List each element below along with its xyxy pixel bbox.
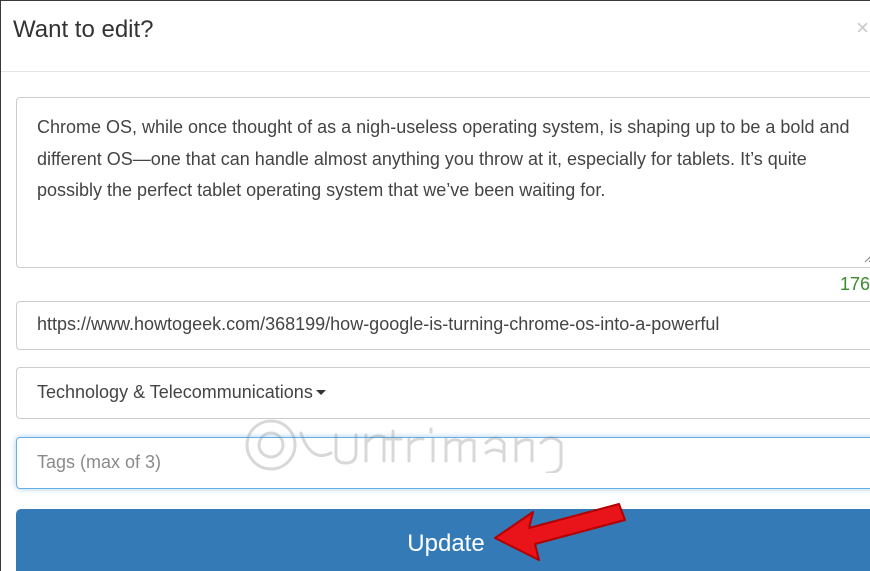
tags-input-wrapper[interactable]: [16, 437, 870, 489]
resize-handle-icon[interactable]: [863, 251, 870, 263]
update-button[interactable]: Update: [16, 509, 870, 571]
description-textarea[interactable]: Chrome OS, while once thought of as a ni…: [16, 97, 870, 268]
url-input[interactable]: https://www.howtogeek.com/368199/how-goo…: [16, 301, 870, 350]
modal-title: Want to edit?: [13, 16, 154, 43]
url-value[interactable]: https://www.howtogeek.com/368199/how-goo…: [37, 314, 719, 334]
close-icon[interactable]: ×: [856, 15, 869, 41]
description-text[interactable]: Chrome OS, while once thought of as a ni…: [37, 117, 850, 200]
category-dropdown[interactable]: Technology & Telecommunications: [16, 367, 870, 419]
edit-modal: Want to edit? × Chrome OS, while once th…: [0, 0, 870, 571]
character-counter: 176: [839, 274, 870, 294]
category-value[interactable]: Technology & Telecommunications: [37, 382, 313, 402]
tags-input[interactable]: [37, 452, 837, 473]
modal-header: Want to edit? ×: [1, 1, 870, 72]
caret-down-icon[interactable]: [315, 390, 326, 395]
